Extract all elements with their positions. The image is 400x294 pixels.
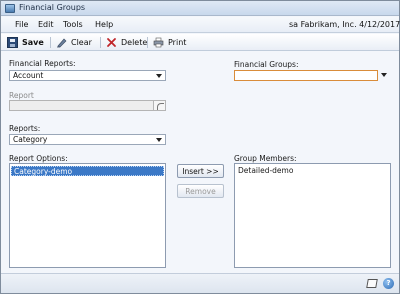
toolbar-separator (50, 37, 51, 48)
insert-button[interactable]: Insert >> (177, 164, 224, 178)
status-bar: ? (1, 273, 399, 293)
list-item[interactable]: Category-demo (11, 166, 164, 176)
clear-button[interactable]: Clear (56, 36, 92, 49)
menu-bar: File Edit Tools Help sa Fabrikam, Inc. 4… (1, 17, 400, 33)
note-icon[interactable] (366, 279, 378, 288)
chevron-down-icon (156, 138, 162, 142)
clear-label: Clear (71, 38, 92, 47)
report-field (9, 100, 154, 111)
financial-groups-label: Financial Groups: (234, 60, 299, 69)
print-icon (153, 37, 164, 48)
report-options-label: Report Options: (9, 154, 68, 163)
save-icon (7, 37, 18, 48)
print-label: Print (168, 38, 187, 47)
print-button[interactable]: Print (153, 36, 186, 49)
chevron-down-icon (156, 74, 162, 78)
user-company-date: sa Fabrikam, Inc. 4/12/2017 (289, 20, 400, 29)
chevron-down-icon[interactable] (381, 73, 387, 77)
clear-icon (56, 37, 67, 48)
report-label: Report (9, 91, 34, 100)
save-button[interactable]: Save (7, 36, 44, 49)
list-item[interactable]: Detailed-demo (236, 166, 293, 176)
financial-groups-window: Financial Groups File Edit Tools Help sa… (0, 0, 400, 294)
financial-groups-dropdown[interactable] (234, 70, 378, 81)
delete-icon (106, 37, 117, 48)
report-lookup-icon (154, 100, 166, 111)
delete-label: Delete (121, 38, 148, 47)
financial-reports-label: Financial Reports: (9, 59, 76, 68)
toolbar-separator (147, 37, 148, 48)
menu-tools[interactable]: Tools (63, 20, 83, 29)
title-bar: Financial Groups (1, 1, 399, 16)
window-title: Financial Groups (19, 3, 86, 12)
menu-file[interactable]: File (15, 20, 28, 29)
financial-reports-dropdown[interactable]: Account (9, 70, 166, 81)
reports-label: Reports: (9, 124, 41, 133)
delete-button[interactable]: Delete (106, 36, 147, 49)
save-label: Save (22, 38, 44, 47)
group-members-label: Group Members: (234, 154, 297, 163)
reports-dropdown[interactable]: Category (9, 134, 166, 145)
reports-value: Category (13, 135, 48, 144)
group-members-list[interactable]: Detailed-demo (234, 163, 391, 268)
toolbar-separator (100, 37, 101, 48)
toolbar: Save Clear Delete Print (1, 34, 399, 51)
report-options-list[interactable]: Category-demo (9, 163, 166, 268)
help-icon[interactable]: ? (383, 278, 394, 289)
remove-button[interactable]: Remove (177, 184, 224, 198)
menu-edit[interactable]: Edit (38, 20, 54, 29)
financial-reports-value: Account (13, 71, 44, 80)
menu-help[interactable]: Help (95, 20, 113, 29)
app-icon (5, 4, 15, 13)
